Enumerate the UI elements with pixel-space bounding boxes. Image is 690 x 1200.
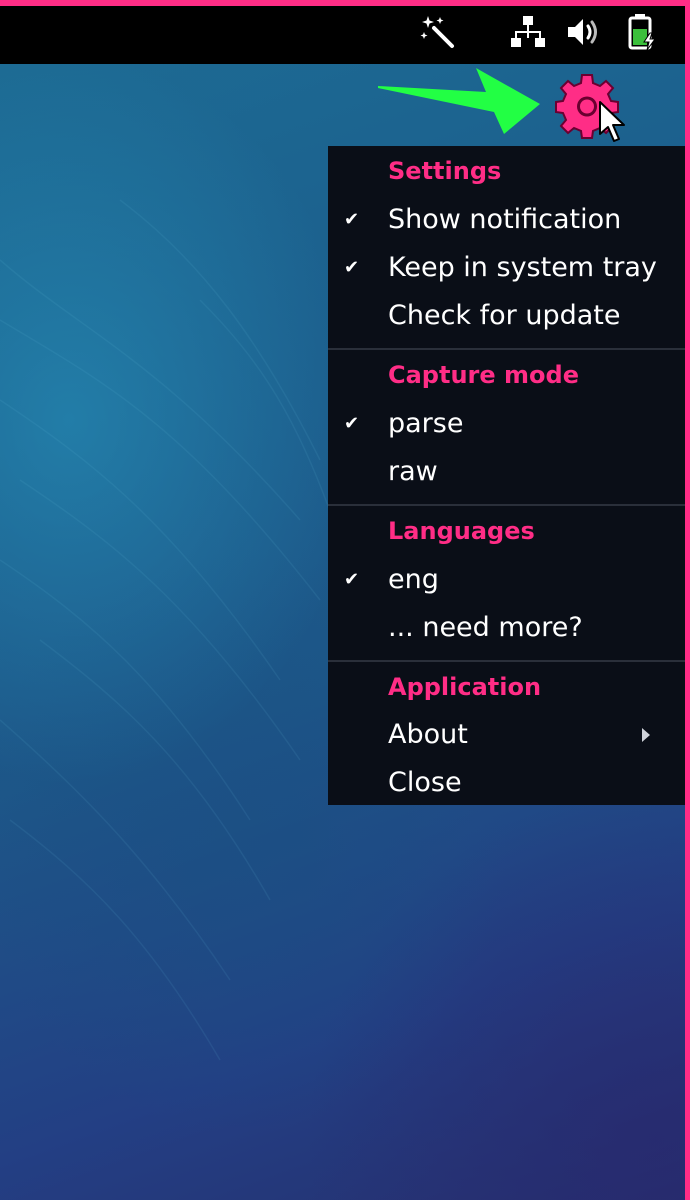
menu-separator (328, 348, 690, 350)
menu-item-label: Keep in system tray (388, 252, 657, 283)
submenu-arrow-icon (642, 728, 650, 742)
menu-item-label: parse (388, 408, 464, 439)
menu-item-raw[interactable]: raw (328, 448, 690, 496)
menu-item-check-for-update[interactable]: Check for update (328, 292, 690, 340)
checkmark-icon: ✔ (344, 257, 360, 278)
menu-item-label: Show notification (388, 204, 622, 235)
menu-item-label: About (388, 719, 468, 750)
menu-separator (328, 660, 690, 662)
section-header-settings: Settings (388, 157, 502, 185)
menu-item-label: Check for update (388, 300, 621, 331)
menu-separator (328, 504, 690, 506)
menu-item-show-notification[interactable]: ✔ Show notification (328, 196, 690, 244)
menu-item-about[interactable]: About (328, 711, 690, 759)
checkmark-icon: ✔ (344, 209, 360, 230)
checkmark-icon: ✔ (344, 413, 360, 434)
menu-item-close[interactable]: Close (328, 759, 690, 807)
section-header-languages: Languages (388, 517, 535, 545)
menu-item-eng[interactable]: ✔ eng (328, 556, 690, 604)
volume-icon[interactable] (562, 6, 604, 58)
section-header-capture-mode: Capture mode (388, 361, 579, 389)
menu-item-parse[interactable]: ✔ parse (328, 400, 690, 448)
menu-item-label: ... need more? (388, 612, 583, 643)
checkmark-icon: ✔ (344, 569, 360, 590)
menu-item-label: eng (388, 564, 439, 595)
tray-context-menu: Settings ✔ Show notification ✔ Keep in s… (328, 146, 690, 805)
mouse-cursor (599, 101, 625, 142)
section-header-application: Application (388, 673, 542, 701)
menu-item-label: Close (388, 767, 462, 798)
top-panel (0, 6, 685, 64)
menu-item-label: raw (388, 456, 438, 487)
battery-charging-icon[interactable] (622, 6, 662, 58)
green-arrow-annotation (378, 68, 540, 134)
network-icon[interactable] (508, 6, 548, 58)
menu-item-keep-in-tray[interactable]: ✔ Keep in system tray (328, 244, 690, 292)
magic-wand-icon[interactable] (418, 6, 458, 58)
menu-item-need-more[interactable]: ... need more? (328, 604, 690, 652)
